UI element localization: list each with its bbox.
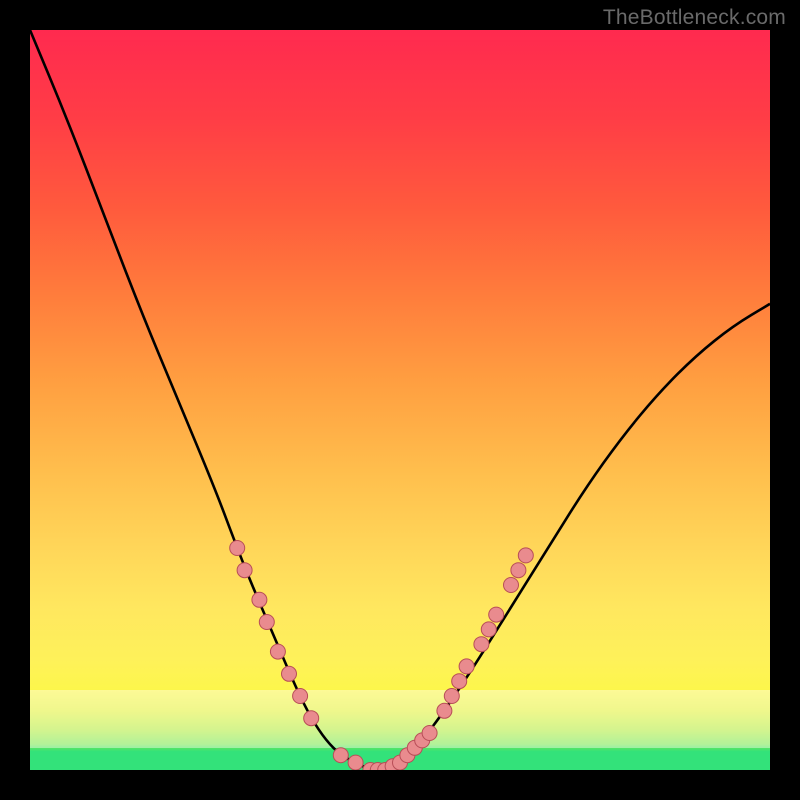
watermark-text: TheBottleneck.com [603,6,786,30]
data-marker [270,644,285,659]
data-marker [230,541,245,556]
bottleneck-curve [30,30,770,770]
data-marker [237,563,252,578]
data-marker [304,711,319,726]
data-marker [252,592,267,607]
data-marker [474,637,489,652]
curve-svg [30,30,770,770]
data-marker [422,726,437,741]
data-marker [481,622,496,637]
data-marker [293,689,308,704]
data-marker [259,615,274,630]
data-marker [518,548,533,563]
data-marker [511,563,526,578]
data-marker [437,703,452,718]
data-marker [459,659,474,674]
data-marker [282,666,297,681]
plot-area [30,30,770,770]
data-marker [504,578,519,593]
data-marker [452,674,467,689]
data-marker [333,748,348,763]
data-marker [444,689,459,704]
data-marker [348,755,363,770]
data-marker [489,607,504,622]
chart-frame: TheBottleneck.com [0,0,800,800]
marker-group [230,541,534,771]
